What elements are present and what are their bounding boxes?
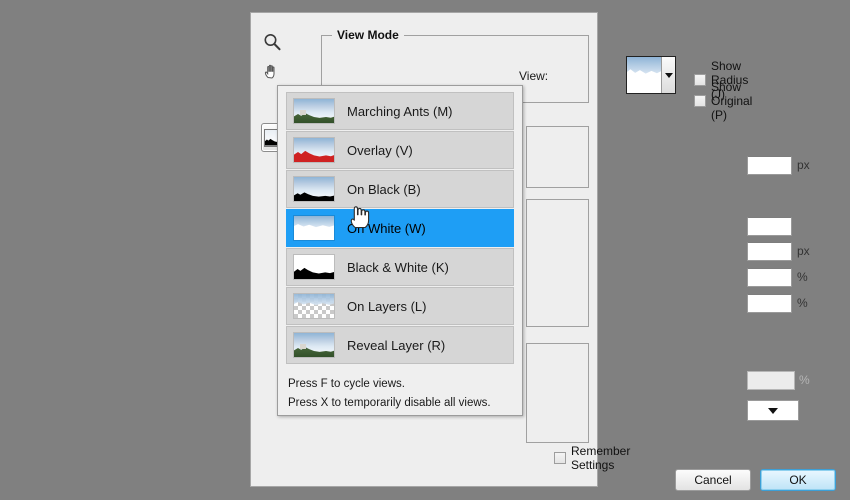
list-item[interactable]: On Black (B) (286, 170, 514, 208)
chevron-down-icon (768, 407, 778, 414)
dropdown-hints: Press F to cycle views. Press X to tempo… (278, 365, 522, 413)
view-mode-title: View Mode (332, 28, 404, 42)
list-item[interactable]: Overlay (V) (286, 131, 514, 169)
decontaminate-unit: % (799, 373, 810, 387)
shift-edge-input[interactable] (747, 294, 792, 313)
output-to-combobox[interactable] (747, 400, 799, 421)
output-group (526, 343, 589, 443)
hint-disable-views: Press X to temporarily disable all views… (288, 397, 491, 409)
checkbox-box (554, 452, 566, 464)
on-layers-thumbnail (293, 293, 335, 319)
list-item-label: On Black (B) (347, 181, 421, 197)
list-item[interactable]: Reveal Layer (R) (286, 326, 514, 364)
edge-detection-group (526, 126, 589, 188)
list-item-label: On White (W) (347, 220, 426, 236)
list-item[interactable]: On Layers (L) (286, 287, 514, 325)
list-item-label: Reveal Layer (R) (347, 337, 446, 353)
hand-tool[interactable] (257, 57, 287, 87)
on-black-thumbnail (293, 176, 335, 202)
view-label: View: (519, 69, 549, 83)
list-item-label: Overlay (V) (347, 142, 413, 158)
list-item-label: On Layers (L) (347, 298, 427, 314)
smooth-input[interactable] (747, 217, 792, 236)
shift-edge-unit: % (797, 296, 808, 310)
view-mode-combobox[interactable] (626, 56, 676, 94)
ok-button[interactable]: OK (760, 469, 836, 491)
radius-unit: px (797, 158, 810, 172)
view-mode-dropdown-panel: Marching Ants (M) Overlay (V) On Black (… (277, 85, 523, 416)
adjust-edge-group (526, 199, 589, 327)
contrast-unit: % (797, 270, 808, 284)
list-item[interactable]: Black & White (K) (286, 248, 514, 286)
list-item-label: Black & White (K) (347, 259, 449, 275)
contrast-input[interactable] (747, 268, 792, 287)
feather-unit: px (797, 244, 810, 258)
show-original-label: Show Original (P) (711, 80, 753, 122)
hand-icon (264, 64, 275, 79)
reveal-layer-thumbnail (293, 332, 335, 358)
remember-settings-label: Remember Settings (571, 444, 631, 472)
list-item-selected[interactable]: On White (W) (286, 209, 514, 247)
list-item-label: Marching Ants (M) (347, 103, 453, 119)
cancel-button[interactable]: Cancel (675, 469, 751, 491)
list-item[interactable]: Marching Ants (M) (286, 92, 514, 130)
remember-settings-checkbox[interactable]: Remember Settings (554, 444, 630, 472)
marching-ants-thumbnail (293, 98, 335, 124)
view-mode-thumbnail (627, 57, 661, 93)
zoom-tool[interactable] (257, 27, 287, 57)
view-mode-option-list: Marching Ants (M) Overlay (V) On Black (… (278, 86, 522, 364)
decontaminate-amount-input (747, 371, 795, 390)
checkbox-box (694, 95, 706, 107)
show-original-checkbox[interactable]: Show Original (P) (694, 80, 752, 122)
black-white-thumbnail (293, 254, 335, 280)
hint-cycle-views: Press F to cycle views. (288, 378, 405, 390)
tool-column (257, 27, 293, 87)
radius-input[interactable] (747, 156, 792, 175)
view-mode-dropdown-arrow[interactable] (661, 57, 675, 93)
overlay-thumbnail (293, 137, 335, 163)
on-white-thumbnail (293, 215, 335, 241)
chevron-down-icon (664, 72, 673, 78)
feather-input[interactable] (747, 242, 792, 261)
magnifier-icon (264, 34, 281, 51)
